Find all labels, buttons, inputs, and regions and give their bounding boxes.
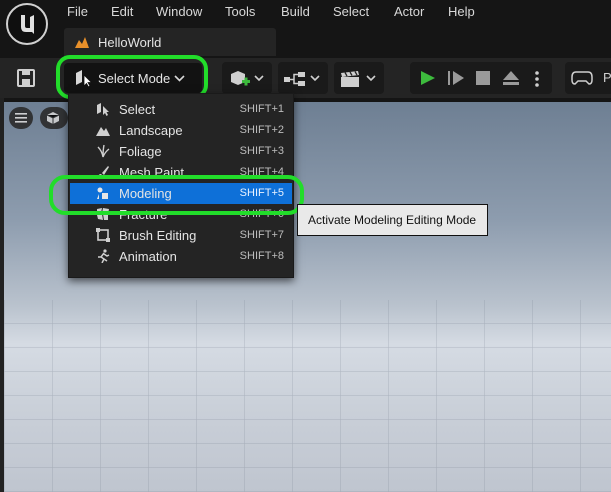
level-icon: [75, 37, 89, 48]
menu-build[interactable]: Build: [281, 4, 310, 19]
chevron-down-icon: [310, 75, 320, 82]
skip-icon[interactable]: [447, 70, 465, 86]
select-mode-dropdown: Select SHIFT+1 Landscape SHIFT+2 Foliage…: [68, 93, 294, 278]
foliage-icon: [97, 144, 110, 158]
blueprint-button[interactable]: [278, 62, 328, 94]
play-icon[interactable]: [419, 70, 437, 86]
add-cube-icon: [231, 71, 250, 86]
mode-item-label: Brush Editing: [119, 228, 197, 243]
mode-item-animation[interactable]: Animation SHIFT+8: [70, 246, 292, 267]
tab-title: HelloWorld: [98, 35, 162, 50]
unreal-u-icon: [21, 15, 34, 34]
viewport-menu-button[interactable]: [9, 107, 33, 129]
viewport-grid: [4, 300, 611, 492]
mode-item-shortcut: SHIFT+8: [239, 250, 284, 262]
menu-file[interactable]: File: [67, 4, 88, 19]
menu-tools[interactable]: Tools: [225, 4, 255, 19]
mode-item-label: Select: [119, 102, 156, 117]
mode-item-label: Animation: [119, 249, 177, 264]
chevron-down-icon: [366, 75, 376, 82]
blueprint-icon: [284, 72, 305, 86]
mode-item-brush-editing[interactable]: Brush Editing SHIFT+7: [70, 225, 292, 246]
unreal-logo-icon[interactable]: [6, 3, 48, 45]
menu-help[interactable]: Help: [448, 4, 475, 19]
perspective-button[interactable]: [40, 107, 68, 129]
mode-item-label: Fracture: [119, 207, 168, 222]
stop-icon[interactable]: [476, 71, 490, 85]
mode-item-shortcut: SHIFT+2: [239, 124, 284, 136]
mode-item-shortcut: SHIFT+1: [239, 103, 284, 115]
mode-item-mesh-paint[interactable]: Mesh Paint SHIFT+4: [70, 162, 292, 183]
mode-item-landscape[interactable]: Landscape SHIFT+2: [70, 120, 292, 141]
mode-item-shortcut: SHIFT+5: [239, 187, 284, 199]
mode-item-label: Foliage: [119, 144, 162, 159]
clapperboard-icon: [341, 71, 359, 87]
select-cursor-icon: [97, 103, 109, 116]
menu-window[interactable]: Window: [156, 4, 202, 19]
tooltip-text: Activate Modeling Editing Mode: [308, 213, 477, 227]
cube-icon: [46, 112, 60, 124]
mode-item-shortcut: SHIFT+7: [239, 229, 284, 241]
save-button[interactable]: [14, 66, 38, 90]
mode-item-label: Modeling: [119, 186, 172, 201]
fracture-icon: [97, 208, 109, 220]
platforms-label: P: [603, 70, 611, 85]
menubar: File Edit Window Tools Build Select Acto…: [0, 0, 611, 45]
hamburger-icon: [15, 113, 27, 123]
more-options-icon[interactable]: [534, 70, 540, 88]
menu-actor[interactable]: Actor: [394, 4, 424, 19]
mode-item-shortcut: SHIFT+3: [239, 145, 284, 157]
select-mode-icon: [76, 70, 93, 87]
platforms-button[interactable]: P: [565, 62, 611, 94]
chevron-down-icon: [254, 75, 264, 82]
mode-item-select[interactable]: Select SHIFT+1: [70, 99, 292, 120]
menu-edit[interactable]: Edit: [111, 4, 133, 19]
modeling-icon: [97, 187, 108, 199]
play-controls: [410, 62, 552, 94]
running-figure-icon: [98, 249, 110, 263]
modeling-tooltip: Activate Modeling Editing Mode: [297, 204, 488, 236]
mode-item-shortcut: SHIFT+4: [239, 166, 284, 178]
mode-item-foliage[interactable]: Foliage SHIFT+3: [70, 141, 292, 162]
eject-icon[interactable]: [502, 70, 520, 86]
mode-item-label: Landscape: [119, 123, 183, 138]
mode-item-fracture[interactable]: Fracture SHIFT+6: [70, 204, 292, 225]
gamepad-icon: [571, 71, 593, 85]
mountain-icon: [96, 127, 110, 136]
select-mode-label: Select Mode: [98, 71, 171, 86]
mode-item-modeling[interactable]: Modeling SHIFT+5: [70, 183, 292, 204]
level-tab[interactable]: HelloWorld: [64, 28, 276, 56]
brush-editing-icon: [96, 228, 110, 242]
menu-select[interactable]: Select: [333, 4, 369, 19]
mode-item-shortcut: SHIFT+6: [239, 208, 284, 220]
save-icon: [17, 69, 35, 87]
add-actor-button[interactable]: [222, 62, 272, 94]
mode-item-label: Mesh Paint: [119, 165, 185, 180]
chevron-down-icon: [174, 75, 185, 82]
cinematics-button[interactable]: [334, 62, 384, 94]
select-mode-button[interactable]: Select Mode: [64, 63, 202, 93]
brush-icon: [98, 166, 109, 178]
